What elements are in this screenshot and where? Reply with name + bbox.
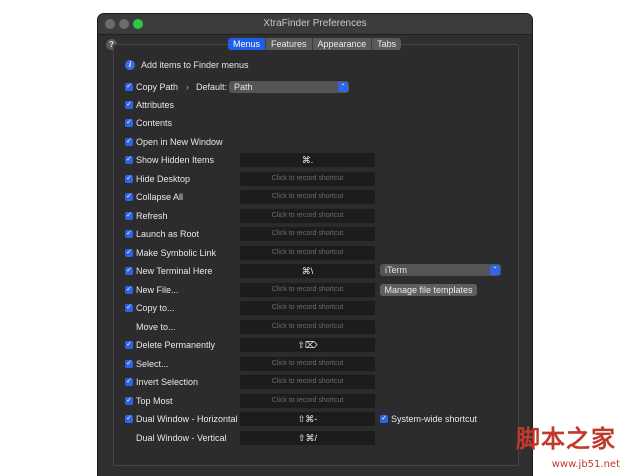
show-hidden-items-label: Show Hidden Items xyxy=(136,155,215,165)
collapse-all-label: Collapse All xyxy=(136,192,184,202)
open-in-new-window-label: Open in New Window xyxy=(136,137,223,147)
contents-checkbox[interactable]: ✓ xyxy=(125,119,133,127)
tab-features[interactable]: Features xyxy=(266,38,313,50)
attributes-checkbox[interactable]: ✓ xyxy=(125,101,133,109)
system-wide-shortcut-checkbox[interactable]: ✓ xyxy=(380,415,388,423)
title-bar: XtraFinder Preferences xyxy=(98,14,532,35)
show-hidden-items-checkbox[interactable]: ✓ xyxy=(125,156,133,164)
open-in-new-window-checkbox[interactable]: ✓ xyxy=(125,138,133,146)
copy-path-label: Copy Path xyxy=(136,82,179,92)
show-hidden-items-shortcut[interactable]: ⌘. xyxy=(239,152,376,168)
invert-selection-label: Invert Selection xyxy=(136,377,199,387)
select-label: Select... xyxy=(136,359,169,369)
new-file-checkbox[interactable]: ✓ xyxy=(125,286,133,294)
system-wide-shortcut-label: System-wide shortcut xyxy=(391,414,478,424)
copy-to-checkbox[interactable]: ✓ xyxy=(125,304,133,312)
move-to-checkbox[interactable] xyxy=(125,323,133,331)
move-to-label: Move to... xyxy=(136,322,176,332)
invert-selection-checkbox[interactable]: ✓ xyxy=(125,378,133,386)
launch-as-root-shortcut[interactable]: Click to record shortcut xyxy=(239,226,376,242)
delete-permanently-shortcut[interactable]: ⇧⌦ xyxy=(239,337,376,353)
copy-to-shortcut[interactable]: Click to record shortcut xyxy=(239,300,376,316)
terminal-app-select[interactable]: iTerm ⌃ xyxy=(380,264,501,276)
tab-tabs[interactable]: Tabs xyxy=(372,38,401,50)
popup-arrows-icon: ⌃ xyxy=(338,82,348,92)
manage-file-templates-button[interactable]: Manage file templates xyxy=(380,284,477,296)
watermark-logo: 脚本之家 xyxy=(516,424,616,453)
select-shortcut[interactable]: Click to record shortcut xyxy=(239,356,376,372)
launch-as-root-checkbox[interactable]: ✓ xyxy=(125,230,133,238)
dual-window-vertical-label: Dual Window - Vertical xyxy=(136,433,227,443)
select-checkbox[interactable]: ✓ xyxy=(125,360,133,368)
make-symbolic-link-label: Make Symbolic Link xyxy=(136,248,217,258)
tab-bar: Menus Features Appearance Tabs xyxy=(228,38,402,50)
delete-permanently-checkbox[interactable]: ✓ xyxy=(125,341,133,349)
refresh-checkbox[interactable]: ✓ xyxy=(125,212,133,220)
top-most-shortcut[interactable]: Click to record shortcut xyxy=(239,393,376,409)
dual-window-horizontal-shortcut[interactable]: ⇧⌘- xyxy=(239,411,376,427)
default-path-value: Path xyxy=(234,82,253,92)
tab-appearance[interactable]: Appearance xyxy=(313,38,373,50)
default-path-select[interactable]: Path ⌃ xyxy=(229,81,349,93)
refresh-shortcut[interactable]: Click to record shortcut xyxy=(239,208,376,224)
top-most-label: Top Most xyxy=(136,396,173,406)
window-title: XtraFinder Preferences xyxy=(263,18,367,29)
default-label: Default: xyxy=(196,82,228,92)
copy-path-checkbox[interactable]: ✓ xyxy=(125,83,133,91)
watermark-url: www.jb51.net xyxy=(551,459,620,470)
new-file-shortcut[interactable]: Click to record shortcut xyxy=(239,282,376,298)
new-file-label: New File... xyxy=(136,285,179,295)
collapse-all-checkbox[interactable]: ✓ xyxy=(125,193,133,201)
popup-arrows-icon: ⌃ xyxy=(490,265,500,275)
hide-desktop-checkbox[interactable]: ✓ xyxy=(125,175,133,183)
make-symbolic-link-shortcut[interactable]: Click to record shortcut xyxy=(239,245,376,261)
terminal-app-value: iTerm xyxy=(385,265,407,275)
attributes-label: Attributes xyxy=(136,100,175,110)
top-most-checkbox[interactable]: ✓ xyxy=(125,397,133,405)
move-to-shortcut[interactable]: Click to record shortcut xyxy=(239,319,376,335)
invert-selection-shortcut[interactable]: Click to record shortcut xyxy=(239,374,376,390)
new-terminal-here-label: New Terminal Here xyxy=(136,266,213,276)
launch-as-root-label: Launch as Root xyxy=(136,229,200,239)
dual-window-vertical-shortcut[interactable]: ⇧⌘/ xyxy=(239,430,376,446)
refresh-label: Refresh xyxy=(136,211,168,221)
preferences-window: XtraFinder Preferences ? Menus Features … xyxy=(98,14,532,476)
chevron-right-icon: › xyxy=(186,82,189,92)
hide-desktop-shortcut[interactable]: Click to record shortcut xyxy=(239,171,376,187)
dual-window-horizontal-checkbox[interactable]: ✓ xyxy=(125,415,133,423)
collapse-all-shortcut[interactable]: Click to record shortcut xyxy=(239,189,376,205)
dual-window-horizontal-label: Dual Window - Horizontal xyxy=(136,414,238,424)
tab-menus[interactable]: Menus xyxy=(228,38,267,50)
new-terminal-here-shortcut[interactable]: ⌘\ xyxy=(239,263,376,279)
delete-permanently-label: Delete Permanently xyxy=(136,340,216,350)
new-terminal-here-checkbox[interactable]: ✓ xyxy=(125,267,133,275)
copy-to-label: Copy to... xyxy=(136,303,175,313)
make-symbolic-link-checkbox[interactable]: ✓ xyxy=(125,249,133,257)
hide-desktop-label: Hide Desktop xyxy=(136,174,191,184)
dual-window-vertical-checkbox[interactable] xyxy=(125,434,133,442)
contents-label: Contents xyxy=(136,118,173,128)
info-icon: i xyxy=(125,60,135,70)
section-heading: Add items to Finder menus xyxy=(141,60,249,70)
